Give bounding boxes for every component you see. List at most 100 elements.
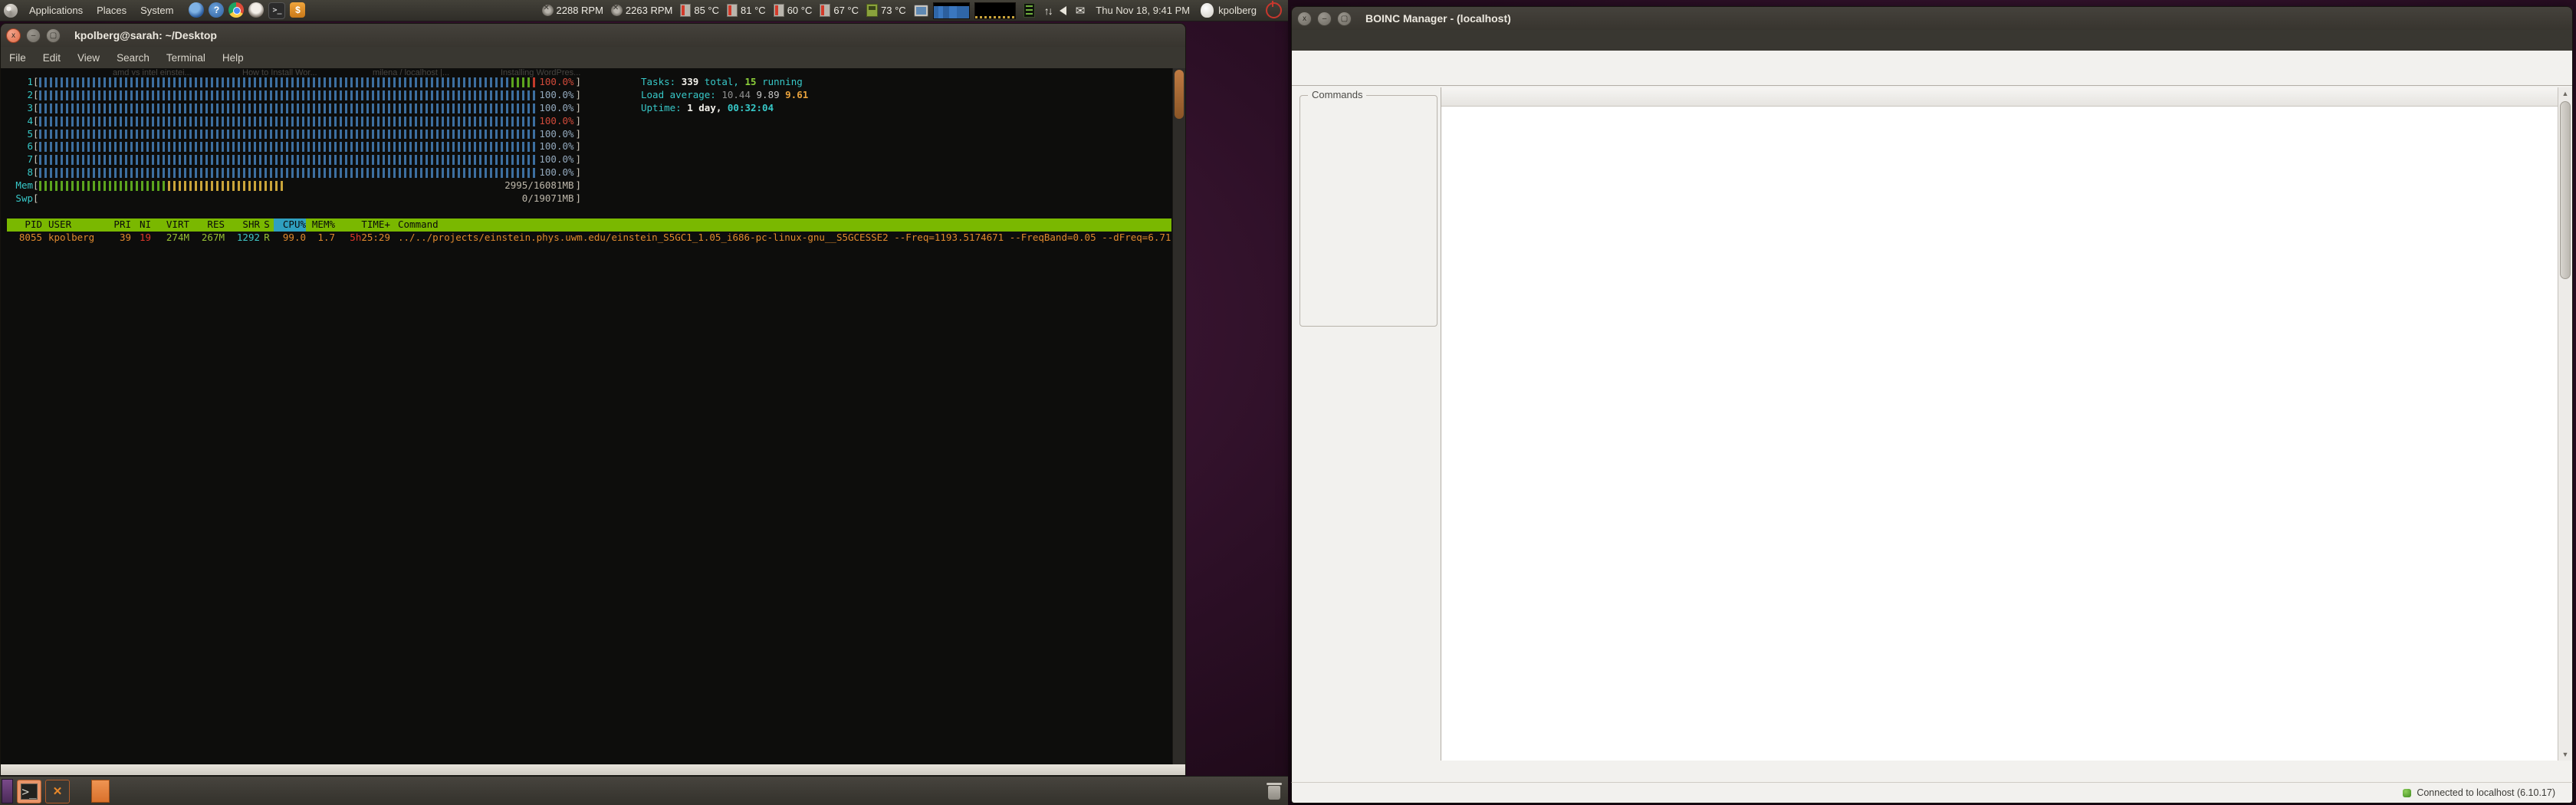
clock[interactable]: Thu Nov 18, 9:41 PM <box>1096 5 1190 16</box>
gnome-top-panel: ApplicationsPlacesSystem ? >_ $ 2288 RPM 22… <box>0 0 1288 21</box>
htop-column-virt[interactable]: VIRT <box>151 219 189 232</box>
minimize-icon[interactable]: – <box>1317 12 1332 26</box>
meter-bar: 100.0% <box>39 166 576 179</box>
meter-bar: 100.0% <box>39 153 576 166</box>
wine-icon[interactable] <box>248 2 264 18</box>
connected-icon <box>2403 789 2411 797</box>
scroll-up-icon[interactable]: ▲ <box>2558 87 2572 100</box>
close-icon[interactable]: x <box>6 28 21 43</box>
mail-icon[interactable]: ✉ <box>1076 4 1086 18</box>
htop-column-user[interactable]: USER <box>42 219 110 232</box>
terminal-titlebar[interactable]: x – ▢ kpolberg@sarah: ~/Desktop <box>0 23 1186 47</box>
sensor-value: 67 °C <box>833 5 859 16</box>
terminal-menu-view[interactable]: View <box>69 52 108 64</box>
display-icon[interactable] <box>914 5 928 17</box>
sensor-readout[interactable]: 2288 RPM <box>542 4 603 17</box>
process-row[interactable]: 8055kpolberg3919274M267M1292R99.01.75h25… <box>7 232 1171 245</box>
firefox-icon[interactable] <box>189 2 204 18</box>
scrollbar-thumb[interactable] <box>2560 101 2571 279</box>
sensor-readout[interactable]: 81 °C <box>727 4 766 17</box>
fan-icon <box>611 5 623 16</box>
help-icon[interactable]: ? <box>209 2 224 18</box>
sensor-value: 81 °C <box>741 5 766 16</box>
boinc-statusbar: Connected to localhost (6.10.17) <box>1291 782 2573 803</box>
htop-column-command[interactable]: Command <box>390 219 1171 232</box>
taskbar-terminal-mini-button[interactable]: >_ <box>17 780 41 803</box>
sensor-readout[interactable]: 2263 RPM <box>611 4 672 17</box>
terminal-menu-terminal[interactable]: Terminal <box>158 52 214 64</box>
meter-label: 7 <box>7 153 33 166</box>
dollar-icon[interactable]: $ <box>290 2 305 18</box>
panel-menu-places[interactable]: Places <box>90 5 133 16</box>
sensor-readout[interactable]: 67 °C <box>820 4 859 17</box>
minimize-icon[interactable]: – <box>26 28 41 43</box>
htop-column-mem[interactable]: MEM% <box>306 219 335 232</box>
terminal-icon[interactable]: >_ <box>268 2 285 19</box>
cpu-load-graph[interactable] <box>933 2 970 19</box>
user-avatar[interactable] <box>1201 3 1214 18</box>
show-desktop-button[interactable] <box>2 779 13 803</box>
meter-value: 100.0% <box>537 153 573 166</box>
terminal-scrollbar[interactable] <box>1172 68 1185 764</box>
panel-menu-applications[interactable]: Applications <box>22 5 90 16</box>
meter-label: 2 <box>7 89 33 102</box>
tasks-scrollbar[interactable]: ▲ ▼ <box>2558 87 2572 761</box>
scrollbar-thumb[interactable] <box>1175 70 1184 119</box>
htop-column-s[interactable]: S <box>260 219 274 232</box>
panel-menu-system[interactable]: System <box>133 5 180 16</box>
boinc-titlebar[interactable]: x – ▢ BOINC Manager - (localhost) <box>1291 6 2573 30</box>
network-updown-icon[interactable]: ↑↓ <box>1044 5 1052 17</box>
cpu-temp-icon <box>820 4 830 17</box>
sensor-value: 2263 RPM <box>626 5 672 16</box>
htop-column-res[interactable]: RES <box>189 219 225 232</box>
fan-icon <box>542 5 554 16</box>
meter-label: Swp <box>7 192 33 205</box>
terminal-window: x – ▢ kpolberg@sarah: ~/Desktop FileEdit… <box>0 23 1186 776</box>
htop-column-ni[interactable]: NI <box>131 219 151 232</box>
htop-output: 1[100.0%]2[100.0%]3[100.0%]4[100.0%]5[10… <box>7 76 1171 245</box>
sensor-readout[interactable]: 73 °C <box>866 4 906 17</box>
dual-monitor-desktop: ApplicationsPlacesSystem ?>_$ 2288 RPM22… <box>0 0 2576 805</box>
meter-bar: 100.0% <box>39 115 576 128</box>
meter-value: 100.0% <box>537 140 573 153</box>
net-load-graph[interactable] <box>974 2 1016 19</box>
user-menu[interactable]: kpolberg <box>1218 5 1257 16</box>
terminal-menu-edit[interactable]: Edit <box>34 52 69 64</box>
chrome-icon[interactable] <box>228 2 244 18</box>
htop-column-pid[interactable]: PID <box>7 219 42 232</box>
taskbar-boinc-mini-button[interactable]: ✕ <box>45 780 70 803</box>
htop-column-pri[interactable]: PRI <box>110 219 131 232</box>
blank-line <box>7 205 1171 219</box>
meter-bar: 100.0% <box>39 89 576 102</box>
meter-value: 100.0% <box>537 128 573 141</box>
meter-label: 5 <box>7 128 33 141</box>
meter-value: 2995/16081MB <box>503 179 573 192</box>
maximize-icon[interactable]: ▢ <box>1337 12 1352 26</box>
cpu-meter-7: 7[100.0%] <box>7 153 1171 166</box>
notification-chip[interactable] <box>91 780 110 803</box>
meter-label: Mem <box>7 179 33 192</box>
cpu-meter-8: 8[100.0%] <box>7 166 1171 179</box>
maximize-icon[interactable]: ▢ <box>46 28 61 43</box>
htop-header-row[interactable]: PIDUSERPRINIVIRTRESSHRSCPU%MEM%TIME+Comm… <box>7 219 1171 232</box>
terminal-body[interactable]: amd vs intel einstei...How to Install Wo… <box>0 68 1186 764</box>
terminal-menu-file[interactable]: File <box>1 52 34 64</box>
distributor-logo-icon[interactable] <box>4 4 18 18</box>
htop-column-time[interactable]: TIME+ <box>335 219 390 232</box>
close-icon[interactable]: x <box>1297 12 1312 26</box>
memory-chip-icon[interactable] <box>1024 3 1035 18</box>
boinc-content: Commands ▲ ▼ <box>1291 51 2573 782</box>
trash-icon[interactable] <box>1267 782 1282 800</box>
htop-column-cpu[interactable]: CPU% <box>274 219 306 232</box>
htop-summary: Tasks: 339 total, 15 runningLoad average… <box>641 76 808 115</box>
volume-icon[interactable] <box>1060 6 1066 15</box>
scroll-down-icon[interactable]: ▼ <box>2558 748 2572 761</box>
panel-menus: ApplicationsPlacesSystem <box>22 5 180 16</box>
htop-column-shr[interactable]: SHR <box>225 219 260 232</box>
power-icon[interactable] <box>1266 2 1282 18</box>
sensor-readout[interactable]: 85 °C <box>680 4 719 17</box>
meter-value: 0/19071MB <box>521 192 574 205</box>
terminal-menu-search[interactable]: Search <box>108 52 158 64</box>
sensor-readout[interactable]: 60 °C <box>774 4 813 17</box>
terminal-menu-help[interactable]: Help <box>214 52 252 64</box>
